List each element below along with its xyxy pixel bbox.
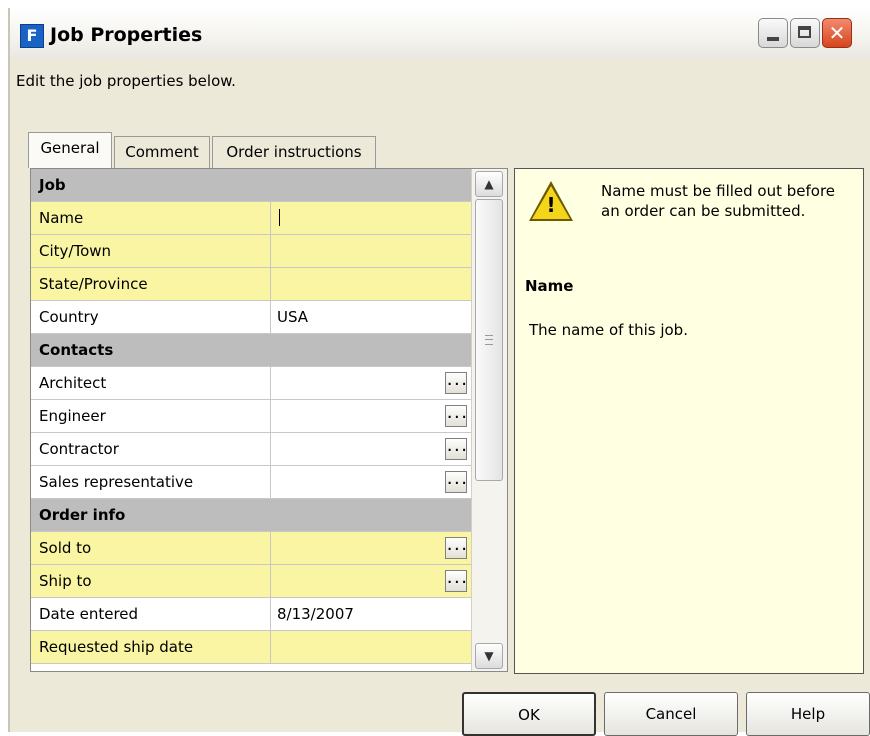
property-row-architect[interactable]: Architect ... [31, 367, 471, 400]
scroll-down-button[interactable]: ▼ [475, 643, 503, 669]
property-row-country[interactable]: Country USA [31, 301, 471, 334]
architect-input[interactable]: ... [270, 367, 471, 399]
property-row-state[interactable]: State/Province [31, 268, 471, 301]
sales-rep-input[interactable]: ... [270, 466, 471, 498]
property-row-date-entered[interactable]: Date entered 8/13/2007 [31, 598, 471, 631]
cancel-button[interactable]: Cancel [604, 692, 738, 736]
property-label: Sold to [39, 539, 92, 557]
requested-ship-date-input[interactable] [270, 631, 471, 663]
architect-browse-button[interactable]: ... [445, 372, 468, 394]
minimize-button[interactable] [758, 18, 788, 48]
tab-order-instructions[interactable]: Order instructions [212, 136, 376, 168]
name-input[interactable] [270, 202, 471, 234]
property-label: Country [39, 308, 99, 326]
category-label: Job [39, 176, 66, 194]
property-label: Requested ship date [39, 638, 194, 656]
sold-to-input[interactable]: ... [270, 532, 471, 564]
close-button[interactable]: ✕ [822, 18, 852, 48]
property-row-sales-rep[interactable]: Sales representative ... [31, 466, 471, 499]
property-label: Architect [39, 374, 107, 392]
property-label: Contractor [39, 440, 119, 458]
category-job[interactable]: Job [31, 169, 471, 202]
help-panel: ! Name must be filled out before an orde… [514, 168, 864, 674]
property-label: State/Province [39, 275, 148, 293]
country-input[interactable]: USA [270, 301, 471, 333]
help-heading: Name [525, 277, 574, 295]
help-description: The name of this job. [529, 321, 688, 339]
sold-to-browse-button[interactable]: ... [445, 537, 468, 559]
category-label: Contacts [39, 341, 114, 359]
property-label: Ship to [39, 572, 92, 590]
chevron-up-icon: ▲ [484, 177, 494, 191]
instruction-text: Edit the job properties below. [16, 72, 236, 90]
scroll-thumb[interactable] [475, 199, 503, 481]
title-bar[interactable]: F Job Properties ✕ [10, 8, 870, 58]
ship-to-input[interactable]: ... [270, 565, 471, 597]
property-label: Engineer [39, 407, 106, 425]
state-input[interactable] [270, 268, 471, 300]
ship-to-browse-button[interactable]: ... [445, 570, 468, 592]
grip-icon [485, 335, 493, 345]
property-row-sold-to[interactable]: Sold to ... [31, 532, 471, 565]
city-input[interactable] [270, 235, 471, 267]
property-row-contractor[interactable]: Contractor ... [31, 433, 471, 466]
engineer-browse-button[interactable]: ... [445, 405, 468, 427]
maximize-icon [798, 26, 811, 38]
sales-rep-browse-button[interactable]: ... [445, 471, 468, 493]
property-label: Date entered [39, 605, 139, 623]
chevron-down-icon: ▼ [484, 649, 494, 663]
category-order-info[interactable]: Order info [31, 499, 471, 532]
job-properties-dialog: F Job Properties ✕ Edit the job properti… [8, 8, 870, 736]
property-label: Sales representative [39, 473, 194, 491]
exclamation-icon: ! [546, 193, 556, 217]
property-row-engineer[interactable]: Engineer ... [31, 400, 471, 433]
minimize-icon [767, 37, 779, 41]
contractor-input[interactable]: ... [270, 433, 471, 465]
grid-scrollbar[interactable]: ▲ ▼ [471, 169, 507, 671]
ok-button[interactable]: OK [462, 692, 596, 736]
tab-general[interactable]: General [28, 132, 112, 168]
tab-comment[interactable]: Comment [114, 136, 210, 168]
warning-message: Name must be filled out before an order … [601, 182, 836, 220]
app-logo-icon: F [20, 24, 44, 48]
property-label: City/Town [39, 242, 112, 260]
property-row-name[interactable]: Name [31, 202, 471, 235]
engineer-input[interactable]: ... [270, 400, 471, 432]
close-icon: ✕ [828, 21, 846, 45]
property-row-ship-to[interactable]: Ship to ... [31, 565, 471, 598]
maximize-button[interactable] [790, 18, 820, 48]
category-contacts[interactable]: Contacts [31, 334, 471, 367]
property-row-requested-ship-date[interactable]: Requested ship date [31, 631, 471, 664]
text-cursor [279, 209, 280, 226]
property-row-city[interactable]: City/Town [31, 235, 471, 268]
date-entered-input[interactable]: 8/13/2007 [270, 598, 471, 630]
scroll-up-button[interactable]: ▲ [475, 171, 503, 197]
window-title: Job Properties [50, 24, 203, 46]
property-grid: Job Name City/Town State/Province Countr… [30, 168, 508, 672]
help-button[interactable]: Help [746, 692, 870, 736]
category-label: Order info [39, 506, 126, 524]
property-label: Name [39, 209, 84, 227]
contractor-browse-button[interactable]: ... [445, 438, 468, 460]
